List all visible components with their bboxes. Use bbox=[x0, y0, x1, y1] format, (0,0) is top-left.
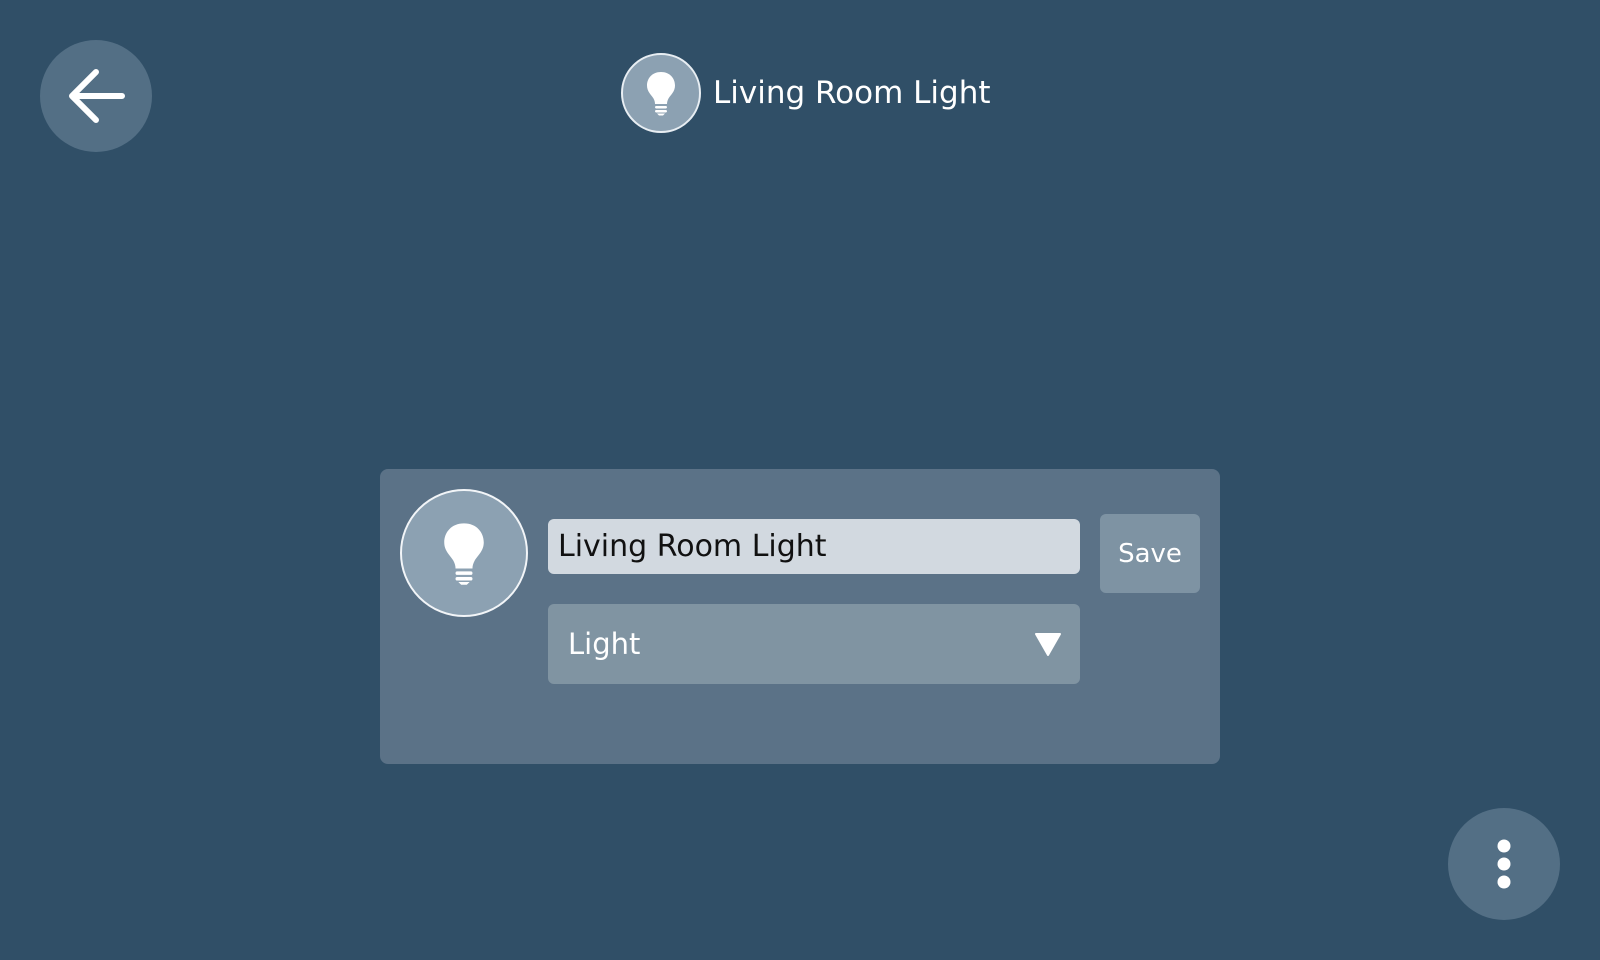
triangle-down-icon bbox=[1035, 633, 1061, 656]
save-button[interactable]: Save bbox=[1100, 514, 1200, 593]
page-header: Living Room Light bbox=[621, 51, 991, 135]
lightbulb-icon bbox=[621, 53, 701, 133]
device-editor-card: Light Save bbox=[380, 469, 1220, 764]
arrow-left-icon bbox=[69, 69, 125, 123]
back-button[interactable] bbox=[40, 40, 152, 152]
lightbulb-icon[interactable] bbox=[400, 489, 528, 617]
page-title: Living Room Light bbox=[713, 75, 991, 111]
device-settings-screen: Living Room Light Light Save bbox=[0, 0, 1600, 960]
more-options-button[interactable] bbox=[1448, 808, 1560, 920]
more-vertical-icon bbox=[1497, 839, 1511, 889]
device-type-select[interactable]: Light bbox=[548, 604, 1080, 684]
device-name-input[interactable] bbox=[548, 519, 1080, 574]
device-type-selected: Light bbox=[568, 627, 641, 661]
